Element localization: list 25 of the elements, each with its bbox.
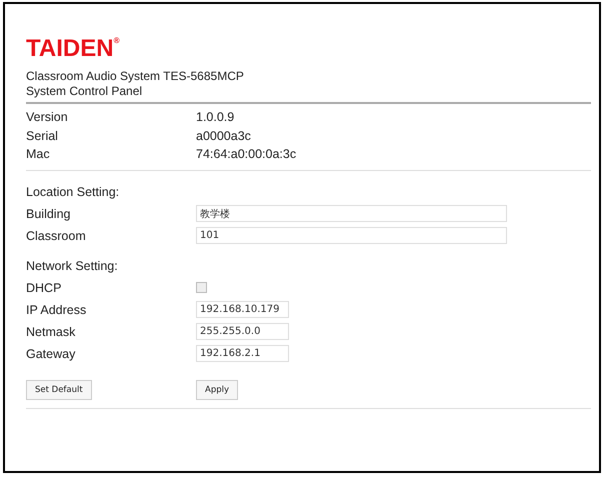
subtitle-text: Classroom Audio System TES-5685MCP	[26, 69, 245, 84]
action-button[interactable]: Apply	[196, 380, 238, 400]
input-field[interactable]: 192.168.2.1	[196, 345, 289, 362]
dhcp-checkbox[interactable]	[196, 282, 207, 293]
info-value: 1.0.0.9	[196, 109, 236, 126]
info-label: Version	[26, 109, 69, 126]
field-label: Gateway	[26, 346, 76, 362]
field-label: Building	[26, 206, 72, 222]
info-label: Serial	[26, 128, 59, 144]
info-value: a0000a3c	[196, 128, 252, 144]
input-field[interactable]: 192.168.10.179	[196, 301, 289, 318]
info-label: Mac	[26, 146, 51, 163]
field-label: DHCP	[26, 280, 62, 296]
input-field[interactable]: 教学楼	[196, 205, 507, 222]
subtitle-text: System Control Panel	[26, 84, 144, 99]
input-field[interactable]: 255.255.0.0	[196, 323, 289, 340]
input-field[interactable]: 101	[196, 227, 507, 244]
info-value: 74:64:a0:00:0a:3c	[196, 146, 298, 163]
action-button[interactable]: Set Default	[26, 380, 92, 400]
section-heading: Location Setting:	[26, 184, 120, 198]
field-label: Classroom	[26, 228, 87, 244]
section-heading: Network Setting:	[26, 258, 119, 272]
field-label: IP Address	[26, 302, 88, 318]
taiden-logo: TAIDEN$^{®}$	[26, 37, 120, 61]
field-label: Netmask	[26, 324, 76, 340]
